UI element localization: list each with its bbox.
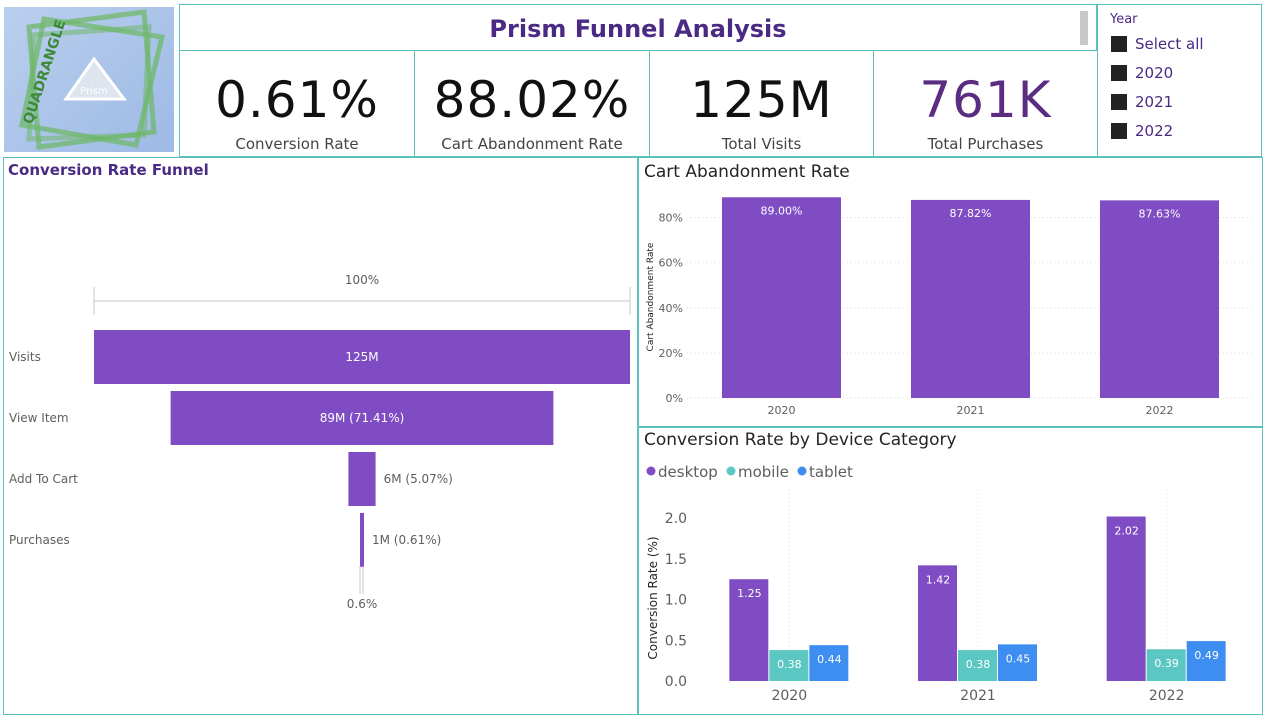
cart-x-tick: 2022 [1146, 404, 1174, 417]
kpi-conversion-rate: 0.61% Conversion Rate [179, 50, 415, 157]
slicer-option-label: 2021 [1135, 93, 1174, 111]
cart-y-tick: 40% [659, 302, 683, 315]
device-data-label: 2.02 [1114, 525, 1139, 538]
slicer-option-label: Select all [1135, 35, 1204, 53]
device-data-label: 0.44 [817, 653, 842, 666]
kpi-cart-abandonment-rate: 88.02% Cart Abandonment Rate [414, 50, 650, 157]
funnel-data-label: 125M [345, 350, 378, 364]
funnel-category-label: Add To Cart [9, 472, 78, 486]
device-data-label: 1.25 [737, 587, 762, 600]
device-data-label: 0.38 [966, 658, 991, 671]
cart-y-tick: 60% [659, 257, 683, 270]
cart-y-tick: 80% [659, 212, 683, 225]
legend-dot-tablet [797, 466, 807, 476]
legend-label-desktop: desktop [658, 463, 718, 481]
checkbox[interactable] [1111, 36, 1127, 52]
funnel-top-label: 100% [345, 273, 379, 287]
device-data-label: 0.39 [1154, 657, 1179, 670]
cart-abandonment-chart: 0% 20% 40% 60% 80% Cart Abandonment Rate 89.00… [646, 197, 1254, 417]
device-bar-desktop [1106, 516, 1146, 681]
checkbox[interactable] [1111, 94, 1127, 110]
legend-dot-desktop [646, 466, 656, 476]
device-y-tick: 0.5 [665, 633, 687, 649]
quadrangle-logo: Prism QUADRANGLE [4, 7, 174, 152]
kpi-total-purchases: 761K Total Purchases [873, 50, 1098, 157]
kpi-value: 88.02% [433, 71, 631, 129]
funnel-data-label: 1M (0.61%) [372, 533, 441, 547]
device-x-tick: 2022 [1149, 688, 1185, 704]
title-scrollbar[interactable] [1080, 11, 1088, 45]
device-data-label: 0.49 [1194, 649, 1219, 662]
funnel-data-label: 6M (5.07%) [384, 472, 453, 486]
funnel-bar [348, 452, 376, 506]
year-slicer: Year Select all 2020 2021 2022 [1097, 4, 1262, 157]
cart-x-tick: 2021 [957, 404, 985, 417]
slicer-option-2020[interactable]: 2020 [1111, 64, 1173, 82]
device-y-tick: 2.0 [665, 511, 687, 527]
cart-bar [911, 199, 1030, 398]
page-title: Prism Funnel Analysis [489, 15, 787, 43]
device-data-label: 0.38 [777, 658, 802, 671]
cart-y-tick: 20% [659, 347, 683, 360]
kpi-value: 0.61% [215, 71, 379, 129]
cart-data-label: 89.00% [761, 204, 803, 217]
title-box: Prism Funnel Analysis [179, 4, 1097, 50]
device-x-tick: 2021 [960, 688, 996, 704]
funnel-category-label: View Item [9, 411, 69, 425]
legend-label-mobile: mobile [738, 463, 789, 481]
cart-bar [1100, 200, 1219, 398]
slicer-option-select-all[interactable]: Select all [1111, 35, 1204, 53]
kpi-total-visits: 125M Total Visits [649, 50, 874, 157]
legend-label-tablet: tablet [809, 463, 853, 481]
kpi-label: Cart Abandonment Rate [441, 135, 623, 153]
cart-bar [722, 197, 841, 398]
kpi-value: 761K [919, 71, 1052, 129]
slicer-title: Year [1110, 12, 1138, 27]
device-conversion-panel: Conversion Rate by Device Category deskt… [638, 427, 1263, 715]
slicer-option-label: 2020 [1135, 64, 1174, 82]
kpi-label: Conversion Rate [235, 135, 359, 153]
device-x-tick: 2020 [772, 688, 808, 704]
funnel-chart: 100% Visits 125M View Item 89M (71.41%) Add T… [9, 273, 631, 611]
device-y-tick: 1.5 [665, 552, 687, 568]
funnel-category-label: Visits [9, 350, 41, 364]
legend-dot-mobile [726, 466, 736, 476]
funnel-bottom-label: 0.6% [347, 597, 378, 611]
checkbox[interactable] [1111, 65, 1127, 81]
device-data-label: 0.45 [1006, 652, 1031, 665]
device-y-axis-label: Conversion Rate (%) [646, 536, 660, 659]
funnel-bar [360, 513, 364, 567]
slicer-option-2021[interactable]: 2021 [1111, 93, 1173, 111]
kpi-label: Total Visits [721, 135, 802, 153]
funnel-data-label: 89M (71.41%) [320, 411, 405, 425]
cart-y-tick: 0% [666, 392, 683, 405]
conversion-funnel-panel: Conversion Rate Funnel 100% Visits 125M Vie… [3, 157, 638, 715]
funnel-category-label: Purchases [9, 533, 70, 547]
kpi-value: 125M [690, 71, 833, 129]
slicer-option-2022[interactable]: 2022 [1111, 122, 1173, 140]
slicer-option-label: 2022 [1135, 122, 1174, 140]
logo-product-text: Prism [80, 86, 108, 97]
checkbox[interactable] [1111, 123, 1127, 139]
kpi-label: Total Purchases [927, 135, 1044, 153]
cart-abandonment-panel: Cart Abandonment Rate 0% 20% 40% 60% 80% Cart… [638, 157, 1263, 427]
cart-x-tick: 2020 [768, 404, 796, 417]
cart-data-label: 87.63% [1139, 207, 1181, 220]
device-y-tick: 0.0 [665, 674, 687, 690]
device-y-tick: 1.0 [665, 593, 687, 609]
cart-data-label: 87.82% [950, 207, 992, 220]
device-data-label: 1.42 [926, 573, 951, 586]
device-conversion-chart: desktop mobile tablet 0.0 0.5 1.0 1.5 2.0 Conver… [646, 463, 1226, 704]
cart-y-axis-label: Cart Abandonment Rate [646, 242, 656, 351]
